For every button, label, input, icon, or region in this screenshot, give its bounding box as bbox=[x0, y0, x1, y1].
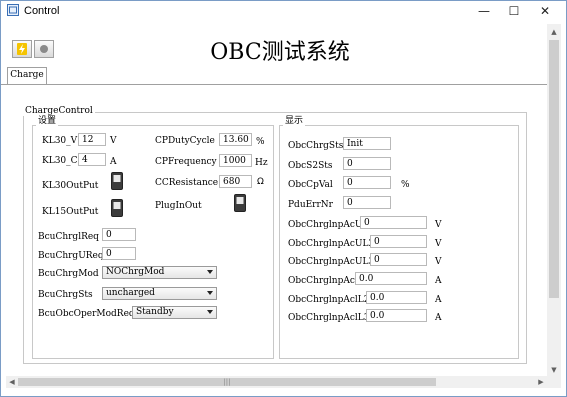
display-label-6: ObcChrglnpAcUL3 bbox=[288, 257, 375, 267]
kl15-output-toggle[interactable] bbox=[111, 199, 123, 217]
bcu-chrgl-req-input[interactable]: 0 bbox=[102, 228, 136, 241]
window-title: Control bbox=[24, 5, 60, 17]
display-label-2: ObcCpVal bbox=[288, 180, 333, 190]
display-value-1: 0 bbox=[343, 157, 391, 170]
chevron-down-icon bbox=[207, 310, 213, 314]
chevron-down-icon bbox=[207, 291, 213, 295]
display-label-4: ObcChrglnpAcU bbox=[288, 220, 363, 230]
tab-charge[interactable]: Charge bbox=[7, 67, 47, 84]
display-value-4: 0 bbox=[360, 216, 427, 229]
display-label-0: ObcChrgSts bbox=[288, 141, 344, 151]
run-button[interactable] bbox=[12, 40, 32, 58]
minimize-button[interactable]: — bbox=[474, 2, 494, 20]
display-unit-4: V bbox=[435, 220, 442, 230]
scroll-down-arrow-icon[interactable]: ▼ bbox=[547, 364, 561, 376]
plug-in-out-label: PlugInOut bbox=[155, 201, 202, 211]
kl30-output-toggle[interactable] bbox=[111, 172, 123, 190]
cp-duty-unit: % bbox=[256, 137, 265, 147]
bcu-chrg-sts-value: uncharged bbox=[106, 288, 155, 298]
display-label-1: ObcS2Sts bbox=[288, 161, 333, 171]
bcu-obc-oper-value: Standby bbox=[136, 307, 174, 317]
cp-duty-label: CPDutyCycle bbox=[155, 136, 215, 146]
bcu-chrg-mod-label: BcuChrgMod bbox=[38, 269, 99, 279]
display-value-6: 0 bbox=[370, 253, 427, 266]
display-label-8: ObcChrglnpAclL2 bbox=[288, 295, 370, 305]
bcu-chrg-sts-select[interactable]: uncharged bbox=[102, 287, 217, 300]
scroll-left-arrow-icon[interactable]: ◀ bbox=[7, 376, 17, 388]
display-label-5: ObcChrglnpAcUL2 bbox=[288, 239, 375, 249]
bcu-chrgu-req-input[interactable]: 0 bbox=[102, 247, 136, 260]
bcu-chrgl-req-label: BcuChrglReq bbox=[38, 232, 99, 242]
kl30-c-unit: A bbox=[110, 157, 117, 167]
cc-res-unit: Ω bbox=[257, 177, 264, 187]
display-label-7: ObcChrglnpAcl bbox=[288, 276, 358, 286]
cp-duty-input[interactable]: 13.60 bbox=[219, 133, 252, 146]
close-button[interactable]: ✕ bbox=[535, 2, 555, 20]
bcu-chrg-mod-select[interactable]: NOChrgMod bbox=[102, 266, 217, 279]
scroll-up-arrow-icon[interactable]: ▲ bbox=[547, 26, 561, 38]
bcu-chrgu-req-label: BcuChrgUReq bbox=[38, 251, 104, 261]
app-window-icon bbox=[7, 4, 19, 16]
maximize-button[interactable]: ☐ bbox=[504, 2, 524, 20]
kl30-c-label: KL30_C bbox=[42, 156, 78, 166]
scroll-grip-icon: ||| bbox=[223, 378, 231, 386]
kl30-v-unit: V bbox=[110, 136, 117, 146]
display-unit-2: % bbox=[401, 180, 410, 190]
display-unit-6: V bbox=[435, 257, 442, 267]
display-value-7: 0.0 bbox=[355, 272, 427, 285]
display-value-9: 0.0 bbox=[366, 309, 427, 322]
stop-button[interactable] bbox=[34, 40, 54, 58]
cp-freq-input[interactable]: 1000 bbox=[219, 154, 252, 167]
record-icon bbox=[40, 45, 48, 53]
kl30-output-label: KL30OutPut bbox=[42, 181, 99, 191]
display-value-2: 0 bbox=[343, 176, 391, 189]
cc-res-label: CCResistance bbox=[155, 178, 219, 188]
tab-divider bbox=[1, 84, 547, 85]
kl30-v-label: KL30_V bbox=[42, 136, 78, 146]
settings-title: 设置 bbox=[36, 116, 59, 126]
display-value-8: 0.0 bbox=[366, 291, 427, 304]
bcu-obc-oper-select[interactable]: Standby bbox=[132, 306, 217, 319]
kl15-output-label: KL15OutPut bbox=[42, 207, 99, 217]
display-value-5: 0 bbox=[370, 235, 427, 248]
kl30-c-input[interactable]: 4 bbox=[78, 153, 106, 166]
scroll-right-arrow-icon[interactable]: ▶ bbox=[536, 376, 546, 388]
display-title: 显示 bbox=[283, 116, 306, 126]
vertical-scroll-thumb[interactable] bbox=[549, 40, 559, 298]
kl30-v-input[interactable]: 12 bbox=[78, 133, 106, 146]
cp-freq-label: CPFrequency bbox=[155, 157, 217, 167]
lightning-icon bbox=[17, 43, 27, 55]
display-value-0: Init bbox=[343, 137, 391, 150]
display-label-9: ObcChrglnpAclL3 bbox=[288, 313, 370, 323]
cc-res-input[interactable]: 680 bbox=[219, 175, 252, 188]
display-value-3: 0 bbox=[343, 196, 391, 209]
cp-freq-unit: Hz bbox=[255, 158, 268, 168]
display-unit-8: A bbox=[435, 295, 442, 305]
app-title: OBC测试系统 bbox=[210, 40, 350, 65]
charge-control-title: ChargeControl bbox=[23, 106, 95, 116]
plug-in-out-toggle[interactable] bbox=[234, 194, 246, 212]
display-unit-7: A bbox=[435, 276, 442, 286]
bcu-chrg-sts-label: BcuChrgSts bbox=[38, 290, 93, 300]
display-unit-5: V bbox=[435, 239, 442, 249]
display-unit-9: A bbox=[435, 313, 442, 323]
display-label-3: PduErrNr bbox=[288, 200, 333, 210]
bcu-chrg-mod-value: NOChrgMod bbox=[106, 267, 165, 277]
chevron-down-icon bbox=[207, 270, 213, 274]
bcu-obc-oper-label: BcuObcOperModReq bbox=[38, 309, 135, 319]
